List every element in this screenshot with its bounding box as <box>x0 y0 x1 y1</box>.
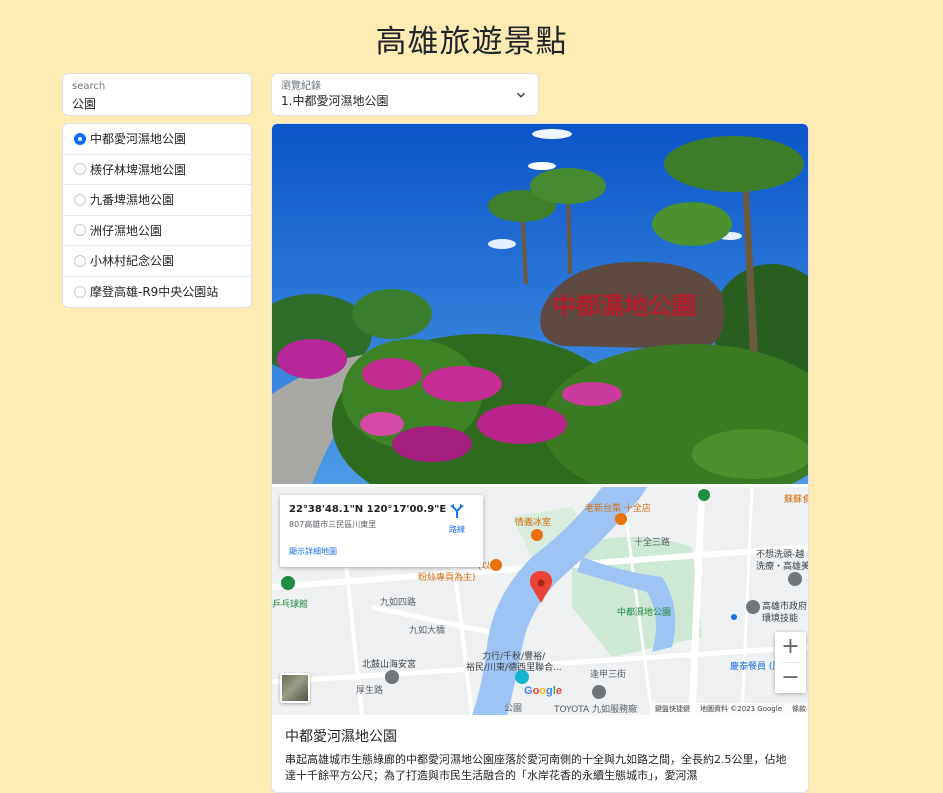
map-label: 中都濕地公園 <box>617 608 672 618</box>
radio-button[interactable] <box>74 132 86 145</box>
directions-icon <box>450 504 464 518</box>
map-label: 九如四路 <box>380 598 417 608</box>
history-value: 1.中都愛河濕地公園 <box>281 94 389 108</box>
list-item[interactable]: 洲仔濕地公園 <box>63 216 251 246</box>
radio-button[interactable] <box>74 285 86 298</box>
radio-button[interactable] <box>74 254 86 267</box>
chevron-down-icon <box>517 92 525 98</box>
terms-link[interactable]: 條款 <box>792 704 806 714</box>
results-list: 中都愛河濕地公園 檨仔林埤濕地公園 九番埤濕地公園 洲仔濕地公園 小林村紀念公園… <box>62 123 252 308</box>
list-item[interactable]: 摩登高雄-R9中央公園站 <box>63 277 251 308</box>
google-logo: Google <box>524 685 562 697</box>
map-label: 乒乓球館 <box>272 600 309 610</box>
map-label: TOYOTA 九如服務廠 <box>554 705 637 715</box>
map-label: 十全三路 <box>634 538 671 548</box>
map-label: 洗療・高雄美 <box>756 562 809 572</box>
list-item-label: 九番埤濕地公園 <box>90 193 175 208</box>
map-label: 環境技能 <box>762 614 799 624</box>
attraction-card: 中都濕地公園 老新台菜 十全店 蘇蘇食 情義冰室 (以 粉絲專頁為主) 十全三路… <box>271 123 809 793</box>
zoom-out-button[interactable]: − <box>775 663 806 693</box>
map-zoom-control: + − <box>775 632 806 693</box>
map-data-text: 地圖資料 ©2023 Google <box>700 705 782 713</box>
history-label: 瀏覽紀錄 <box>281 81 321 92</box>
map-label: 逢甲三街 <box>590 670 627 680</box>
list-item[interactable]: 九番埤濕地公園 <box>63 185 251 216</box>
attraction-description: 串起高雄城市生態綠廊的中都愛河濕地公園座落於愛河南側的十全與九如路之間，全長約2… <box>285 753 787 782</box>
map-label: 粉絲專頁為主) <box>418 573 476 583</box>
list-item[interactable]: 中都愛河濕地公園 <box>63 124 251 155</box>
map-attribution: 鍵盤快捷鍵 地圖資料 ©2023 Google 條款 <box>651 703 808 715</box>
bigger-map-link[interactable]: 顯示詳細地圖 <box>289 546 474 557</box>
directions-button[interactable]: 路線 <box>441 503 473 535</box>
map-label: 蘇蘇食 <box>784 495 809 505</box>
map-info-card: 22°38'48.1"N 120°17'00.9"E 807高雄市三民區川東里 … <box>280 495 483 567</box>
map-label: 北鼓山海安宮 <box>362 660 417 670</box>
satellite-toggle[interactable] <box>280 673 310 703</box>
attraction-photo: 中都濕地公園 <box>272 124 808 484</box>
list-item-label: 摩登高雄-R9中央公園站 <box>90 285 219 300</box>
search-label: search <box>72 81 106 92</box>
list-item[interactable]: 小林村紀念公園 <box>63 246 251 277</box>
map-label: 裕民/川東/德西里聯合... <box>466 663 562 673</box>
page-title: 高雄旅遊景點 <box>375 24 568 60</box>
map-label: 老新台菜 十全店 <box>585 504 651 514</box>
radio-button[interactable] <box>74 163 86 176</box>
map-label: 厚生路 <box>356 686 384 696</box>
keyboard-shortcuts-link[interactable]: 鍵盤快捷鍵 <box>655 704 690 714</box>
attraction-name: 中都愛河濕地公園 <box>285 729 397 745</box>
zoom-in-button[interactable]: + <box>775 632 806 662</box>
radio-button[interactable] <box>74 193 86 206</box>
history-select[interactable]: 瀏覽紀錄 1.中都愛河濕地公園 <box>271 73 539 116</box>
map[interactable]: 老新台菜 十全店 蘇蘇食 情義冰室 (以 粉絲專頁為主) 十全三路 不想洗頭-越… <box>272 487 809 715</box>
directions-label: 路線 <box>449 525 465 534</box>
list-item-label: 洲仔濕地公園 <box>90 223 163 238</box>
svg-text:中都濕地公園: 中都濕地公園 <box>552 291 696 320</box>
list-item-label: 檨仔林埤濕地公園 <box>90 162 187 177</box>
search-field[interactable]: search <box>62 73 252 116</box>
map-label: 公園 <box>504 704 523 714</box>
map-label: 九如大橋 <box>409 626 446 636</box>
list-item-label: 中都愛河濕地公園 <box>90 132 187 147</box>
radio-button[interactable] <box>74 224 86 237</box>
search-input[interactable] <box>72 96 242 112</box>
list-item[interactable]: 檨仔林埤濕地公園 <box>63 155 251 185</box>
list-item-label: 小林村紀念公園 <box>90 254 175 269</box>
map-label: 情義冰室 <box>515 518 552 528</box>
